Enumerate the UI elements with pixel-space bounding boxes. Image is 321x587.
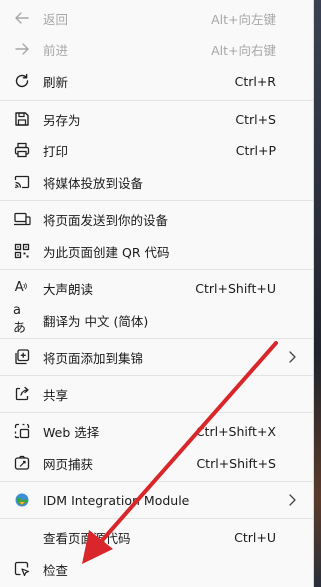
menu-item-refresh[interactable]: 刷新 Ctrl+R [0,66,313,96]
read-aloud-icon: A [13,279,31,297]
menu-label: Web 选择 [43,424,100,440]
menu-label: 另存为 [43,112,81,128]
menu-item-view-source[interactable]: 查看页面源代码 Ctrl+U [0,522,313,552]
background-window-edge [314,0,321,587]
web-capture-icon [13,454,31,472]
menu-label: 共享 [43,387,69,403]
menu-item-web-capture[interactable]: 网页捕获 Ctrl+Shift+S [0,448,313,478]
menu-item-back[interactable]: 返回 Alt+向左键 [0,3,313,33]
menu-label: 打印 [43,143,69,159]
menu-shortcut: Ctrl+P [235,142,276,158]
translate-icon: aあ [13,303,26,336]
menu-label: 将页面发送到你的设备 [43,212,169,228]
menu-item-send-page[interactable]: 将页面发送到你的设备 [0,204,313,234]
menu-shortcut: Ctrl+Shift+X [195,423,276,439]
cast-icon [13,173,31,191]
menu-label: 将页面添加到集锦 [43,350,144,366]
menu-item-inspect[interactable]: 检查 [0,554,313,584]
menu-label: 翻译为 中文 (简体) [43,313,149,329]
menu-shortcut: Ctrl+S [235,111,276,127]
menu-item-add-to-collections[interactable]: 将页面添加到集锦 [0,342,313,372]
menu-separator [0,100,313,101]
qr-code-icon [13,242,31,260]
menu-item-web-select[interactable]: Web 选择 Ctrl+Shift+X [0,416,313,446]
menu-item-cast[interactable]: 将媒体投放到设备 [0,167,313,197]
web-select-icon [13,422,31,440]
menu-separator [0,200,313,201]
menu-item-qr-code[interactable]: 为此页面创建 QR 代码 [0,236,313,266]
menu-shortcut: Alt+向右键 [211,42,276,58]
menu-label: 为此页面创建 QR 代码 [43,244,170,260]
menu-label: IDM Integration Module [43,492,190,508]
menu-separator [0,412,313,413]
save-icon [13,110,31,128]
menu-label: 网页捕获 [43,456,94,472]
menu-shortcut: Ctrl+Shift+U [195,280,276,296]
chevron-right-icon [287,493,297,507]
menu-separator [0,481,313,482]
menu-label: 大声朗读 [43,281,94,297]
menu-separator [0,518,313,519]
menu-label: 查看页面源代码 [43,530,131,546]
menu-item-translate[interactable]: aあ 翻译为 中文 (简体) [0,303,313,336]
idm-globe-icon [13,491,31,509]
context-menu: 返回 Alt+向左键 前进 Alt+向右键 刷新 Ctrl+R 另存为 Ctrl… [0,0,314,587]
menu-item-share[interactable]: 共享 [0,379,313,409]
menu-item-idm[interactable]: IDM Integration Module [0,485,313,515]
menu-shortcut: Ctrl+R [234,73,276,89]
menu-shortcut: Alt+向左键 [211,11,276,27]
printer-icon [13,141,31,159]
share-icon [13,385,31,403]
collections-add-icon [13,348,31,366]
menu-shortcut: Ctrl+U [234,529,276,545]
menu-separator [0,338,313,339]
menu-label: 前进 [43,42,69,58]
refresh-icon [13,72,31,90]
menu-label: 检查 [43,562,69,578]
forward-arrow-icon [13,40,31,58]
menu-separator [0,269,313,270]
inspect-icon [13,560,31,578]
send-to-device-icon [13,210,31,228]
menu-shortcut: Ctrl+Shift+S [196,455,276,471]
menu-label: 返回 [43,11,69,27]
menu-item-save-as[interactable]: 另存为 Ctrl+S [0,104,313,134]
menu-separator [0,375,313,376]
menu-label: 刷新 [43,74,69,90]
chevron-right-icon [287,350,297,364]
menu-item-forward[interactable]: 前进 Alt+向右键 [0,34,313,64]
menu-label: 将媒体投放到设备 [43,175,144,191]
menu-item-print[interactable]: 打印 Ctrl+P [0,135,313,165]
back-arrow-icon [13,9,31,27]
menu-item-read-aloud[interactable]: A 大声朗读 Ctrl+Shift+U [0,273,313,303]
